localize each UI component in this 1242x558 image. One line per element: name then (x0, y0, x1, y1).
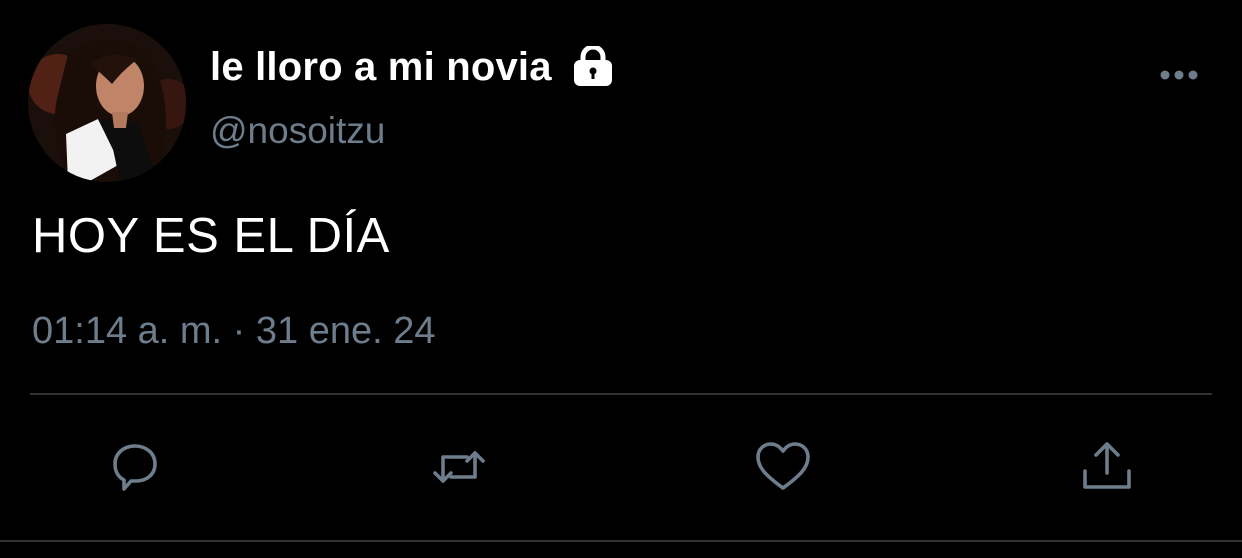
avatar[interactable] (28, 24, 186, 182)
display-name-row: le lloro a mi novia (210, 40, 614, 94)
tweet-detail: le lloro a mi novia @nosoitzu HOY ES EL … (0, 0, 1242, 558)
heart-icon (756, 442, 810, 490)
user-handle[interactable]: @nosoitzu (210, 110, 385, 152)
reply-button[interactable] (104, 436, 166, 498)
more-options-button[interactable] (1154, 60, 1204, 90)
tweet-timestamp[interactable]: 01:14 a. m. · 31 ene. 24 (32, 310, 436, 353)
share-icon (1083, 442, 1131, 489)
bottom-divider (0, 540, 1242, 542)
retweet-button[interactable] (428, 436, 490, 498)
tweet-text: HOY ES EL DÍA (32, 209, 390, 263)
avatar-photo (28, 24, 186, 182)
display-name[interactable]: le lloro a mi novia (210, 45, 552, 90)
reply-bubble-icon (113, 444, 157, 491)
retweet-icon (433, 451, 485, 483)
more-horizontal-icon (1160, 70, 1198, 80)
divider (30, 393, 1212, 395)
lock-icon (572, 46, 614, 88)
share-button[interactable] (1076, 436, 1138, 498)
like-button[interactable] (752, 436, 814, 498)
